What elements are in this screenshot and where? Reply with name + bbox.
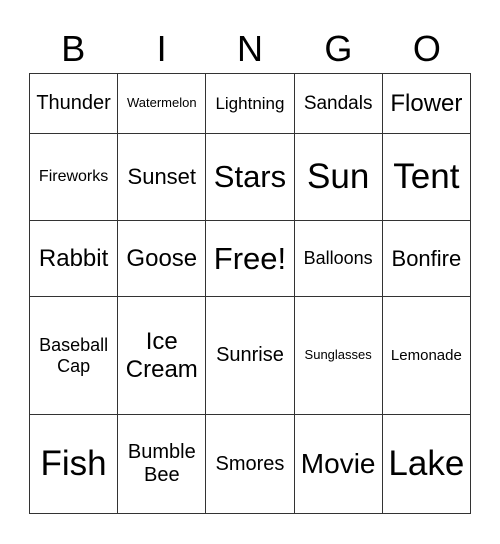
bingo-grid: Thunder Watermelon Lightning Sandals Flower F… [28,73,472,514]
bingo-cell[interactable]: Bumble Bee [117,414,207,514]
grid-row: Fireworks Sunset Stars Sun Tent [28,133,472,221]
bingo-cell[interactable]: Sunrise [205,296,295,416]
bingo-cell[interactable]: Rabbit [28,219,119,298]
bingo-cell[interactable]: Fireworks [28,133,119,221]
bingo-header: B I N G O [29,26,471,72]
grid-row: Fish Bumble Bee Smores Movie Lake [28,414,472,514]
grid-row: Rabbit Goose Free! Balloons Bonfire [28,219,472,298]
bingo-cell[interactable]: Smores [205,414,295,514]
bingo-cell[interactable]: Balloons [293,219,383,298]
bingo-cell[interactable]: Tent [381,133,472,221]
bingo-cell[interactable]: Flower [381,73,472,134]
bingo-cell[interactable]: Watermelon [117,73,207,134]
bingo-cell[interactable]: Lake [381,414,472,514]
bingo-cell[interactable]: Ice Cream [117,296,207,416]
bingo-cell[interactable]: Free! [205,219,295,298]
bingo-cell[interactable]: Lemonade [381,296,472,416]
grid-row: Baseball Cap Ice Cream Sunrise Sunglasses Le… [28,296,472,416]
bingo-cell[interactable]: Sandals [293,73,383,134]
header-letter-o: O [412,28,441,69]
bingo-cell[interactable]: Lightning [205,73,295,134]
header-letter-i: I [156,28,167,69]
bingo-cell[interactable]: Baseball Cap [28,296,119,416]
bingo-cell[interactable]: Thunder [28,73,119,134]
bingo-cell[interactable]: Movie [293,414,383,514]
bingo-cell[interactable]: Sunset [117,133,207,221]
bingo-cell[interactable]: Sun [293,133,383,221]
bingo-cell[interactable]: Sunglasses [293,296,383,416]
bingo-cell[interactable]: Bonfire [381,219,472,298]
header-letter-g: G [324,28,353,69]
header-letter-n: N [237,28,264,69]
bingo-cell[interactable]: Goose [117,219,207,298]
bingo-cell[interactable]: Stars [205,133,295,221]
bingo-cell[interactable]: Fish [28,414,119,514]
grid-row: Thunder Watermelon Lightning Sandals Flower [28,73,472,134]
header-letter-b: B [61,28,86,69]
